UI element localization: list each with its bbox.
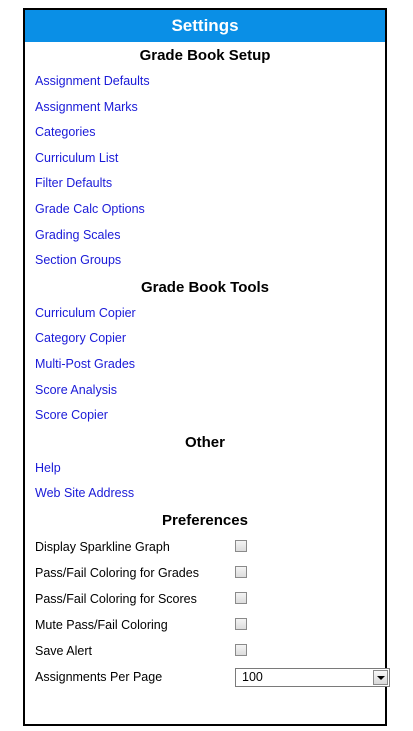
pref-label: Display Sparkline Graph	[35, 539, 170, 554]
pref-label: Save Alert	[35, 643, 92, 658]
pref-row-save-alert: Save Alert	[25, 638, 385, 664]
pref-row-pass-fail-grades: Pass/Fail Coloring for Grades	[25, 560, 385, 586]
link-filter-defaults[interactable]: Filter Defaults	[25, 171, 385, 197]
mute-pass-fail-checkbox[interactable]	[235, 617, 247, 630]
pass-fail-grades-checkbox[interactable]	[235, 565, 247, 578]
select-value: 100	[242, 669, 263, 684]
pref-label: Pass/Fail Coloring for Grades	[35, 565, 199, 580]
pref-label: Pass/Fail Coloring for Scores	[35, 591, 197, 606]
link-score-analysis[interactable]: Score Analysis	[25, 378, 385, 404]
display-sparkline-graph-checkbox[interactable]	[235, 539, 247, 552]
link-grading-scales[interactable]: Grading Scales	[25, 223, 385, 249]
assignments-per-page-select[interactable]: 100	[235, 667, 390, 687]
section-header-grade-book-setup: Grade Book Setup	[139, 47, 271, 64]
pref-row-mute-pass-fail: Mute Pass/Fail Coloring	[25, 612, 385, 638]
panel-title: Settings	[25, 10, 385, 42]
link-grade-calc-options[interactable]: Grade Calc Options	[25, 197, 385, 223]
section-header-other: Other	[184, 433, 225, 451]
pref-label: Mute Pass/Fail Coloring	[35, 617, 168, 632]
pass-fail-scores-checkbox[interactable]	[235, 591, 247, 604]
link-curriculum-list[interactable]: Curriculum List	[25, 146, 385, 172]
section-header-grade-book-tools: Grade Book Tools	[140, 278, 270, 296]
settings-panel: Settings Grade Book Setup Assignment Def…	[23, 8, 390, 726]
pref-row-display-sparkline-graph: Display Sparkline Graph	[25, 534, 385, 560]
link-section-groups[interactable]: Section Groups	[25, 248, 385, 274]
link-curriculum-copier[interactable]: Curriculum Copier	[25, 301, 385, 327]
link-assignment-marks[interactable]: Assignment Marks	[25, 95, 385, 121]
pref-row-assignments-per-page: Assignments Per Page 100	[25, 664, 390, 690]
link-web-site-address[interactable]: Web Site Address	[25, 481, 385, 507]
pref-label: Assignments Per Page	[35, 669, 163, 684]
link-categories[interactable]: Categories	[25, 120, 385, 146]
link-category-copier[interactable]: Category Copier	[25, 326, 385, 352]
link-multi-post-grades[interactable]: Multi-Post Grades	[25, 352, 385, 378]
link-score-copier[interactable]: Score Copier	[25, 403, 385, 429]
link-assignment-defaults[interactable]: Assignment Defaults	[25, 69, 385, 95]
save-alert-checkbox[interactable]	[235, 643, 247, 656]
chevron-down-icon[interactable]	[373, 669, 388, 685]
section-header-preferences: Preferences	[162, 511, 248, 529]
link-help[interactable]: Help	[25, 456, 385, 482]
pref-row-pass-fail-scores: Pass/Fail Coloring for Scores	[25, 586, 385, 612]
